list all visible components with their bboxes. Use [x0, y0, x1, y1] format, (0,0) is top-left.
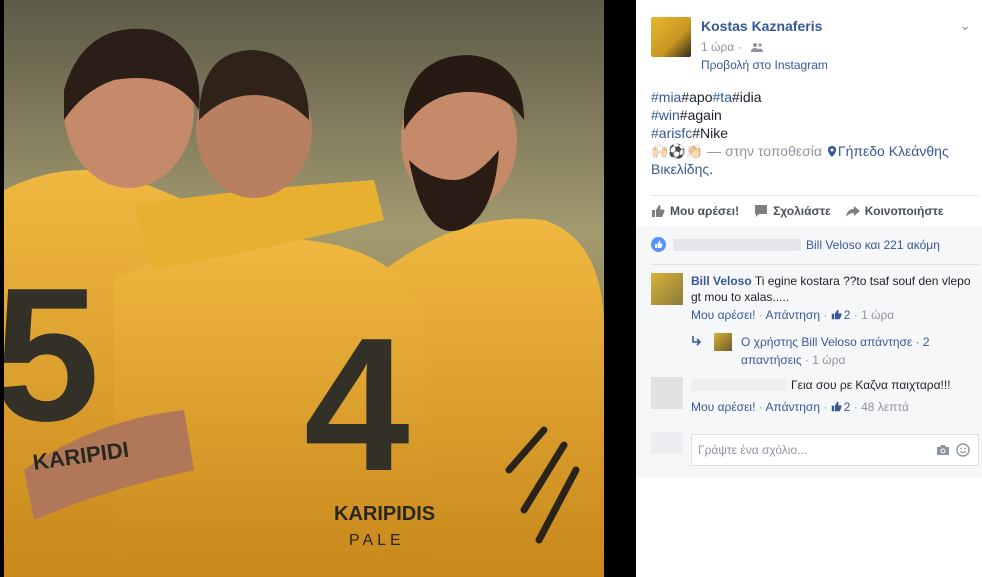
comment-body: Bill Veloso Ti egine kostara ??to tsaf s…	[691, 273, 976, 323]
post-line-3: #arisfc#Nike	[651, 124, 971, 142]
commenter-avatar-blurred[interactable]	[651, 377, 683, 409]
comments-section: Bill Veloso και 221 ακόμη Bill Veloso Ti…	[636, 227, 982, 477]
likes-count-link[interactable]: Bill Veloso και 221 ακόμη	[806, 238, 940, 252]
commenter-avatar[interactable]	[651, 273, 683, 305]
post-time[interactable]: 1 ώρα	[701, 40, 734, 54]
emoji: 🙌🏻⚽👏🏻	[651, 143, 704, 159]
current-user-avatar	[651, 432, 683, 454]
post-photo[interactable]: 4 5 KARIPIDI KARIPIDIS PALE	[0, 0, 636, 577]
camera-icon[interactable]	[936, 444, 950, 456]
author-name[interactable]: Kostas Kaznaferis	[701, 18, 822, 34]
post-line-4: 🙌🏻⚽👏🏻 — στην τοποθεσία Γήπεδο Κλεάνθης Β…	[651, 142, 971, 178]
post-line-2: #win#again	[651, 106, 971, 124]
comment-body: Γεια σου ρε Καζνα παιχταρα!!! Μου αρέσει…	[691, 377, 976, 415]
view-on-instagram-link[interactable]: Προβολή στο Instagram	[701, 58, 828, 72]
commenter-name-blurred[interactable]	[691, 379, 786, 391]
comment-reply-link[interactable]: Απάντηση	[765, 308, 820, 322]
emoji-icon[interactable]	[956, 443, 970, 457]
post-text: #mia#apo#ta#idia #win#again #arisfc#Nike…	[651, 88, 971, 178]
author-avatar[interactable]	[651, 17, 691, 57]
location-pin-icon	[827, 146, 836, 157]
likes-summary[interactable]: Bill Veloso και 221 ακόμη	[651, 236, 971, 254]
comment-actions: Μου αρέσει! · Απάντηση · 2 · 48 λεπτά	[691, 399, 976, 415]
comment-input[interactable]	[698, 443, 918, 457]
comment-time[interactable]: 1 ώρα	[861, 308, 894, 322]
thumbs-up-icon	[831, 401, 842, 412]
post-actions: Μου αρέσει! Σχολιάστε Κοινοποιήστε	[651, 201, 944, 221]
divider	[651, 264, 979, 265]
comment-actions: Μου αρέσει! · Απάντηση · 2 · 1 ώρα	[691, 307, 976, 323]
replies-text: Ο χρήστης Bill Veloso απάντησε · 2 απαντ…	[741, 333, 961, 369]
comment-reply-link[interactable]: Απάντηση	[765, 400, 820, 414]
post-side-panel: Kostas Kaznaferis 1 ώρα · Προβολή στο In…	[636, 0, 982, 577]
divider	[651, 195, 979, 196]
thumbs-up-icon	[652, 205, 665, 217]
share-arrow-icon	[845, 206, 860, 217]
comment-icon	[755, 205, 768, 217]
comment-like-link[interactable]: Μου αρέσει!	[691, 308, 755, 322]
like-reaction-icon	[651, 237, 666, 252]
reply-avatar	[714, 333, 732, 351]
post-meta: 1 ώρα ·	[701, 40, 763, 54]
comment-like-count[interactable]: 2	[844, 308, 851, 322]
dot-separator: ·	[823, 308, 831, 322]
jersey-number-4: 4	[304, 299, 410, 511]
blurred-names	[673, 239, 801, 251]
thumbs-up-icon	[831, 309, 842, 320]
comment-time[interactable]: 48 λεπτά	[861, 400, 909, 414]
post-header: Kostas Kaznaferis 1 ώρα · Προβολή στο In…	[651, 15, 979, 75]
jersey-number-5: 5	[4, 249, 100, 461]
comment-label: Σχολιάστε	[773, 204, 831, 218]
commenter-name[interactable]: Bill Veloso	[691, 274, 752, 288]
like-label: Μου αρέσει!	[670, 204, 740, 218]
dot-separator: ·	[823, 400, 831, 414]
post-word: #Nike	[692, 125, 729, 141]
dot-separator: ·	[737, 40, 745, 54]
hashtag[interactable]: #ta	[713, 89, 732, 105]
replies-time: 1 ώρα	[812, 353, 846, 367]
post-word: #apo	[681, 89, 713, 105]
players-illustration: 4 5 KARIPIDI KARIPIDIS PALE	[4, 0, 604, 577]
reply-arrow-icon	[692, 336, 702, 346]
share-button[interactable]: Κοινοποιήστε	[845, 201, 944, 221]
jersey-sponsor-sub: PALE	[349, 532, 405, 549]
comment-like-count[interactable]: 2	[844, 400, 851, 414]
comment-text: Γεια σου ρε Καζνα παιχταρα!!!	[791, 378, 951, 392]
dot-separator: ·	[853, 308, 862, 322]
jersey-sponsor: KARIPIDIS	[334, 503, 435, 525]
hashtag[interactable]: #arisfc	[651, 125, 692, 141]
comment-button[interactable]: Σχολιάστε	[754, 201, 831, 221]
friends-audience-icon[interactable]	[750, 42, 763, 52]
chevron-down-icon[interactable]: ⌄	[959, 17, 971, 34]
share-label: Κοινοποιήστε	[864, 204, 944, 218]
photo-image: 4 5 KARIPIDI KARIPIDIS PALE	[4, 0, 604, 577]
post-word: #again	[679, 107, 722, 123]
location-prefix: — στην τοποθεσία	[703, 143, 826, 159]
like-button[interactable]: Μου αρέσει!	[651, 201, 739, 221]
post-line-1: #mia#apo#ta#idia	[651, 88, 971, 106]
hashtag[interactable]: #win	[651, 107, 680, 123]
hashtag[interactable]: #mia	[651, 89, 681, 105]
comment-input-box[interactable]	[691, 434, 979, 466]
location-suffix: .	[709, 161, 714, 177]
dot-separator: ·	[853, 400, 862, 414]
comment-like-link[interactable]: Μου αρέσει!	[691, 400, 755, 414]
post-word: #idia	[731, 89, 762, 105]
